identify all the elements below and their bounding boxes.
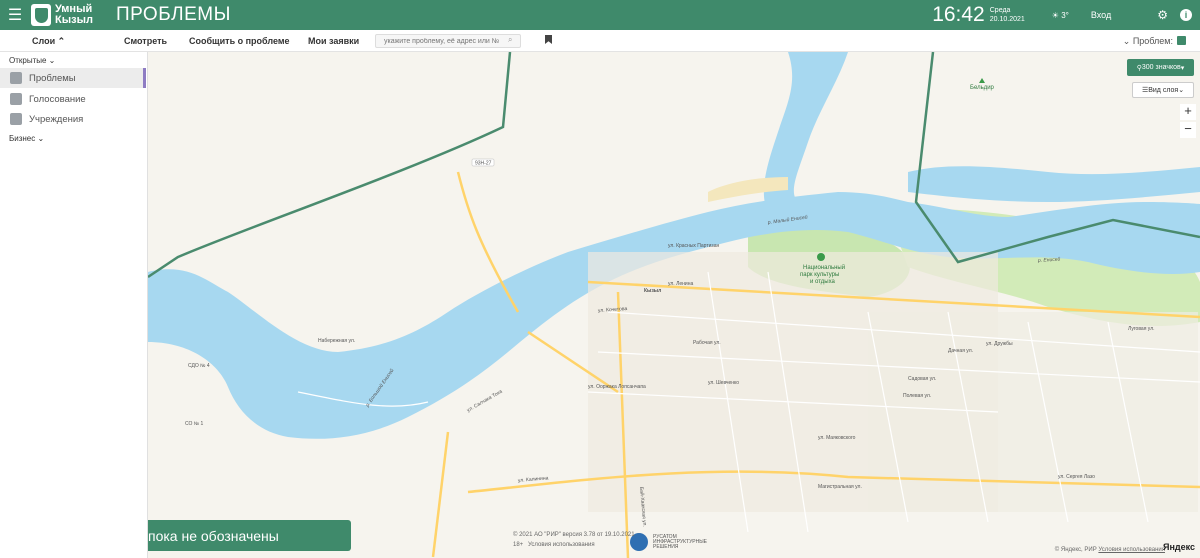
- hamburger-icon[interactable]: ☰: [0, 0, 30, 30]
- svg-text:Бельдир: Бельдир: [970, 85, 995, 91]
- svg-text:СДО № 4: СДО № 4: [188, 363, 210, 369]
- gear-icon[interactable]: ⚙: [1157, 8, 1168, 22]
- chevron-up-icon: ⌃: [57, 36, 66, 46]
- report-problem-button[interactable]: Сообщить о проблеме: [189, 36, 290, 46]
- info-icon[interactable]: i: [1180, 9, 1192, 21]
- svg-text:Рабочая ул.: Рабочая ул.: [693, 340, 721, 346]
- zoom-in-button[interactable]: +: [1180, 104, 1196, 120]
- layers-toggle[interactable]: Слои ⌃: [32, 36, 65, 47]
- zoom-out-button[interactable]: −: [1180, 122, 1196, 138]
- svg-text:ул. Ленина: ул. Ленина: [668, 281, 693, 287]
- svg-text:ул. Дружбы: ул. Дружбы: [986, 341, 1013, 347]
- toolbar: Слои ⌃ Смотреть Сообщить о проблеме Мои …: [0, 30, 1200, 52]
- svg-text:ул. Калинина: ул. Калинина: [518, 475, 549, 484]
- sidebar: Открытые ⌄ Проблемы Голосование Учрежден…: [0, 52, 148, 558]
- sidebar-item-label: Голосование: [29, 93, 86, 105]
- date-block: Среда 20.10.2021: [990, 6, 1025, 24]
- day-name: Среда: [989, 7, 1011, 14]
- brand-line2: Кызыл: [55, 14, 93, 26]
- city-logo[interactable]: [31, 4, 51, 26]
- weather: ☀ 3°: [1052, 11, 1069, 20]
- svg-text:ул. Шевченко: ул. Шевченко: [708, 380, 739, 386]
- map-canvas[interactable]: Кызыл р. Малый Енисей р. Большой Енисей …: [148, 52, 1200, 558]
- yandex-copyright: © Яндекс, РИР Условия использования: [1054, 547, 1165, 553]
- city-label: Кызыл: [644, 288, 661, 294]
- status-banner: пока не обозначены: [148, 520, 351, 551]
- sidebar-item-label: Проблемы: [29, 72, 76, 84]
- search-icon[interactable]: ⌕: [508, 35, 512, 45]
- sidebar-item-institutions[interactable]: Учреждения: [0, 109, 146, 129]
- svg-text:Набережная ул.: Набережная ул.: [318, 338, 355, 344]
- copyright-text: © 2021 АО "РИР" версия 3.78 от 19.10.202…: [513, 532, 635, 538]
- filter-icon[interactable]: [1177, 36, 1186, 45]
- svg-text:Магистральная ул.: Магистральная ул.: [818, 484, 862, 490]
- sun-icon: ☀: [1051, 10, 1059, 20]
- brand-name: Умный Кызыл: [55, 4, 95, 26]
- svg-text:Национальный: Национальный: [803, 264, 845, 271]
- date-value: 20.10.2021: [989, 16, 1025, 23]
- svg-text:СО № 1: СО № 1: [185, 421, 204, 427]
- sidebar-item-label: Учреждения: [29, 113, 84, 125]
- svg-text:Дачная ул.: Дачная ул.: [948, 348, 973, 354]
- clock: 16:42: [932, 3, 985, 26]
- search-input[interactable]: [375, 34, 521, 48]
- svg-text:парк культуры: парк культуры: [800, 272, 839, 278]
- temperature: 3°: [1061, 10, 1069, 20]
- problems-filter[interactable]: ⌄ Проблем:: [1123, 36, 1173, 47]
- top-bar: ☰ Умный Кызыл ПРОБЛЕМЫ 16:42 Среда 20.10…: [0, 0, 1200, 30]
- svg-text:Луговая ул.: Луговая ул.: [1128, 326, 1155, 332]
- bookmark-icon[interactable]: [545, 35, 552, 44]
- open-section[interactable]: Открытые ⌄: [9, 56, 55, 65]
- svg-text:93Н-27: 93Н-27: [475, 161, 492, 167]
- chevron-down-icon: ⌄: [1122, 36, 1131, 46]
- layer-view-button[interactable]: ☰ Вид слоя ⌄: [1132, 82, 1194, 98]
- page-title: ПРОБЛЕМЫ: [116, 4, 231, 25]
- my-requests-button[interactable]: Мои заявки: [308, 36, 359, 46]
- count-button[interactable]: ⚲ 300 значков ▾: [1127, 59, 1194, 76]
- voting-icon: [10, 93, 22, 105]
- view-menu[interactable]: Смотреть: [124, 36, 167, 46]
- svg-text:ул. Сергея Лазо: ул. Сергея Лазо: [1058, 474, 1095, 480]
- svg-text:и отдыха: и отдыха: [810, 279, 836, 285]
- business-section[interactable]: Бизнес ⌄: [9, 134, 44, 143]
- map-svg: Кызыл р. Малый Енисей р. Большой Енисей …: [148, 52, 1200, 558]
- yandex-terms-link[interactable]: Условия использования: [1098, 547, 1165, 553]
- svg-text:ул. Маяковского: ул. Маяковского: [818, 435, 856, 441]
- yandex-logo[interactable]: Яндекс: [1163, 542, 1195, 552]
- age-rating: 18+: [513, 542, 524, 548]
- svg-text:Садовая ул.: Садовая ул.: [908, 376, 936, 382]
- svg-text:ул. Красных Партизан: ул. Красных Партизан: [668, 243, 720, 249]
- svg-text:ул. Салчака Тока: ул. Салчака Тока: [466, 389, 504, 414]
- problems-icon: [10, 72, 22, 84]
- login-button[interactable]: Вход: [1091, 10, 1111, 20]
- sidebar-item-problems[interactable]: Проблемы: [0, 68, 146, 88]
- sidebar-item-voting[interactable]: Голосование: [0, 89, 146, 109]
- svg-text:РЕШЕНИЯ: РЕШЕНИЯ: [653, 544, 679, 550]
- terms-link[interactable]: Условия использования: [528, 542, 595, 548]
- svg-text:ул. Ооржака Лопсанчапа: ул. Ооржака Лопсанчапа: [588, 384, 646, 390]
- institutions-icon: [10, 113, 22, 125]
- svg-text:Полевая ул.: Полевая ул.: [903, 393, 931, 399]
